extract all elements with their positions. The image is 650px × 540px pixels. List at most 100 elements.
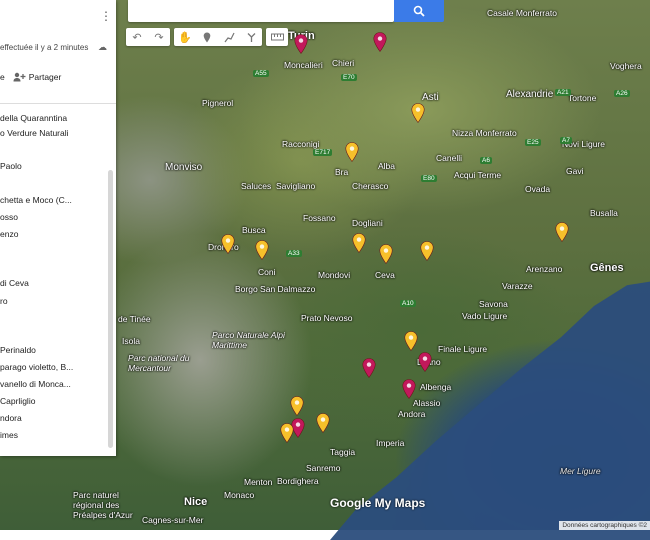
layers-panel: ⋮ effectuée il y a 2 minutes ☁ e Partage… [0, 0, 116, 456]
map-marker[interactable] [221, 234, 235, 254]
map-marker[interactable] [316, 413, 330, 433]
add-marker-button[interactable] [196, 28, 218, 46]
place-label: Coni [258, 267, 276, 277]
panel-list-item[interactable]: Caprliglio [0, 396, 35, 406]
map-marker[interactable] [402, 379, 416, 399]
panel-list-item[interactable]: ndora [0, 413, 22, 423]
panel-scrollbar[interactable] [108, 170, 113, 448]
map-marker[interactable] [290, 396, 304, 416]
map-marker[interactable] [362, 358, 376, 378]
panel-list-item[interactable]: Perinaldo [0, 345, 36, 355]
map-marker[interactable] [373, 32, 387, 52]
pan-button[interactable]: ✋ [174, 28, 196, 46]
map-marker[interactable] [555, 222, 569, 242]
place-label: Canelli [436, 153, 462, 163]
panel-list-item[interactable]: imes [0, 430, 18, 440]
map-marker[interactable] [345, 142, 359, 162]
panel-list-item[interactable]: parago violetto, B... [0, 362, 73, 372]
map-attribution[interactable]: Données cartographiques ©2 [559, 521, 650, 530]
marker-icon [379, 244, 393, 264]
place-label: Alassio [413, 398, 441, 408]
marker-icon [411, 103, 425, 123]
map-marker[interactable] [404, 331, 418, 351]
marker-icon [555, 222, 569, 242]
place-label: Chieri [332, 58, 355, 68]
route-shield: E80 [421, 175, 437, 182]
place-label: Imperia [376, 438, 405, 448]
place-label: Dogliani [352, 218, 383, 228]
redo-button[interactable]: ↷ [148, 28, 170, 46]
place-label: Gênes [590, 262, 624, 274]
panel-list-item[interactable]: osso [0, 212, 18, 222]
place-label: Varazze [502, 281, 533, 291]
panel-list-item[interactable]: chetta e Moco (C... [0, 195, 72, 205]
marker-icon [345, 142, 359, 162]
map-marker[interactable] [280, 423, 294, 443]
place-label: Prato Nevoso [301, 313, 353, 323]
map-marker[interactable] [418, 352, 432, 372]
divider [0, 103, 116, 104]
undo-icon: ↶ [132, 31, 142, 44]
share-button[interactable]: Partager [13, 72, 61, 82]
place-label: Borgo San Dalmazzo [235, 284, 316, 294]
route-shield: A55 [253, 70, 269, 77]
map-marker[interactable] [420, 241, 434, 261]
draw-line-icon [224, 32, 235, 42]
marker-icon [203, 32, 211, 42]
measure-button[interactable] [266, 28, 288, 46]
panel-list-item[interactable]: enzo [0, 229, 18, 239]
place-label: Alexandrie [506, 89, 554, 100]
route-shield: A10 [400, 300, 416, 307]
undo-button[interactable]: ↶ [126, 28, 148, 46]
place-label: Nizza Monferrato [452, 128, 517, 138]
cloud-saved-icon: ☁ [98, 42, 107, 52]
place-label: Savona [479, 299, 508, 309]
marker-icon [420, 241, 434, 261]
route-shield: E25 [525, 139, 541, 146]
place-label: Monaco [224, 490, 255, 500]
panel-list-item[interactable]: della Quaranntina [0, 113, 67, 123]
place-label: Parco Naturale Alpi Marittime [212, 330, 285, 350]
place-label: Tortone [568, 93, 597, 103]
panel-list-item[interactable]: di Ceva [0, 278, 29, 288]
place-label: Savigliano [276, 181, 316, 191]
place-label: Asti [422, 92, 439, 103]
marker-icon [352, 233, 366, 253]
place-label: Ceva [375, 270, 395, 280]
place-label: Bordighera [277, 476, 319, 486]
map-marker[interactable] [379, 244, 393, 264]
panel-list-item[interactable]: ro [0, 296, 8, 306]
person-add-icon [13, 72, 26, 82]
search-button[interactable] [394, 0, 444, 22]
directions-button[interactable] [240, 28, 262, 46]
panel-list-item[interactable]: Paolo [0, 161, 22, 171]
route-shield: E717 [313, 149, 333, 156]
route-shield: A7 [560, 137, 572, 144]
map-marker[interactable] [411, 103, 425, 123]
place-label: Voghera [610, 61, 642, 71]
search-input[interactable] [128, 0, 394, 22]
place-label: Sanremo [306, 463, 341, 473]
route-shield: A26 [614, 90, 630, 97]
place-label: Moncalieri [284, 60, 323, 70]
draw-line-button[interactable] [218, 28, 240, 46]
place-label: Mondovi [318, 270, 351, 280]
panel-list-item[interactable]: o Verdure Naturali [0, 128, 69, 138]
route-shield: A21 [555, 89, 571, 96]
search-icon [413, 5, 425, 17]
map-marker[interactable] [352, 233, 366, 253]
place-label: Cagnes-sur-Mer [142, 515, 204, 525]
map-marker[interactable] [294, 34, 308, 54]
marker-icon [280, 423, 294, 443]
place-label: Busalla [590, 208, 618, 218]
panel-list-item[interactable]: vanello di Monca... [0, 379, 71, 389]
redo-icon: ↷ [154, 31, 164, 44]
place-label: Racconigi [282, 139, 320, 149]
map-marker[interactable] [255, 240, 269, 260]
place-label: Cherasco [352, 181, 389, 191]
place-label: Vado Ligure [462, 311, 508, 321]
marker-icon [402, 379, 416, 399]
place-label: Saluces [241, 181, 272, 191]
place-label: Arenzano [526, 264, 563, 274]
more-vert-icon[interactable]: ⋮ [100, 10, 112, 22]
